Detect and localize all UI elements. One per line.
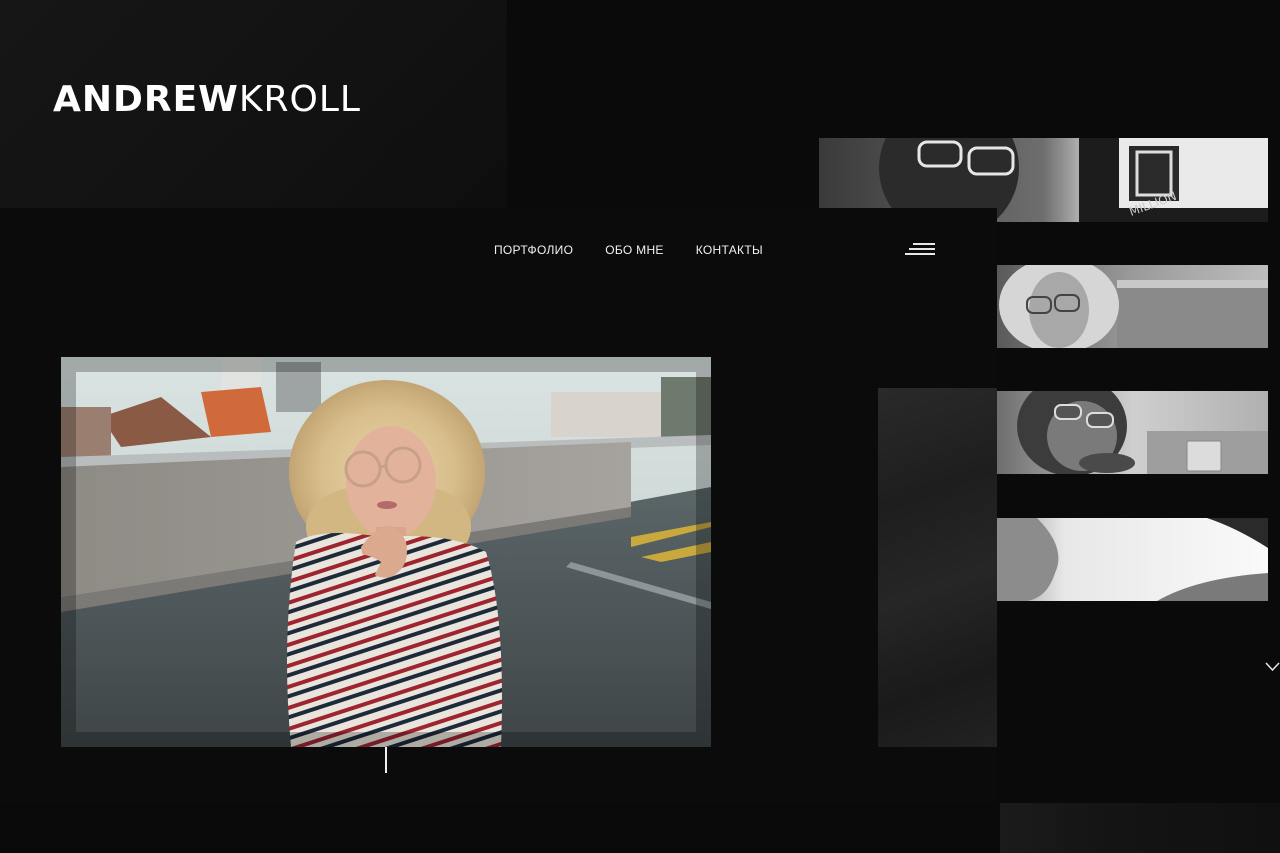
portfolio-thumbnail-3[interactable]: [997, 391, 1268, 474]
slide-indicator-line: [385, 747, 387, 773]
thumbnail-image-4: [997, 518, 1268, 601]
nav-item-contacts[interactable]: КОНТАКТЫ: [696, 243, 763, 257]
thumbnail-image-2: [997, 265, 1268, 348]
thumbnail-image-3: [997, 391, 1268, 474]
nav-item-about[interactable]: ОБО МНЕ: [605, 243, 664, 257]
hero-image: [61, 357, 711, 747]
side-image-strip: [878, 388, 997, 747]
footer-background-panel: [1000, 803, 1280, 853]
hamburger-menu-icon[interactable]: [905, 242, 935, 258]
logo-last-name: KROLL: [238, 79, 361, 120]
portfolio-thumbnail-2[interactable]: [997, 265, 1268, 348]
portfolio-thumbnail-4[interactable]: [997, 518, 1268, 601]
nav-item-portfolio[interactable]: ПОРТФОЛИО: [494, 243, 573, 257]
main-navigation: ПОРТФОЛИО ОБО МНЕ КОНТАКТЫ: [494, 243, 763, 257]
chevron-down-icon[interactable]: [1265, 660, 1280, 674]
site-logo[interactable]: ANDREWKROLL: [53, 80, 361, 120]
logo-first-name: ANDREW: [53, 79, 239, 120]
